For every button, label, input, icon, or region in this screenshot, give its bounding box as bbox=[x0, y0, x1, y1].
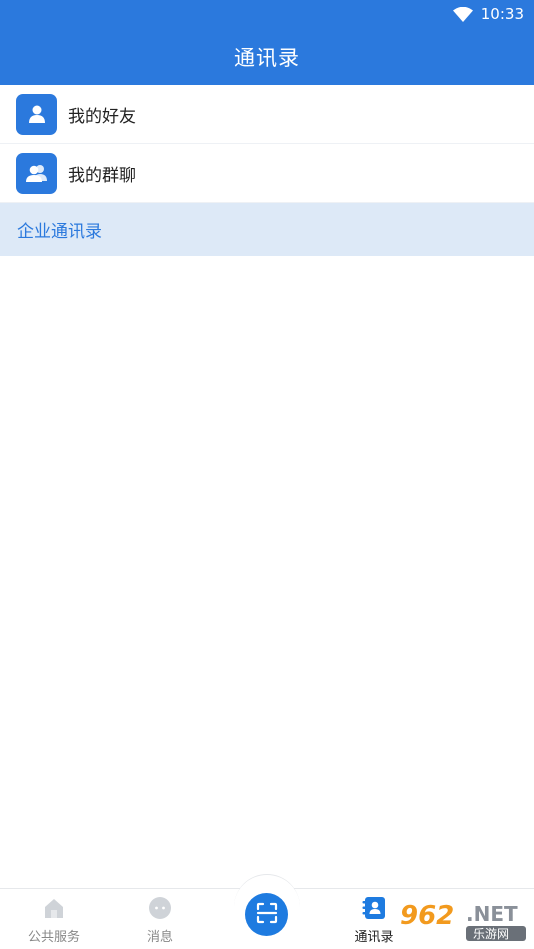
list-item-my-friends[interactable]: 我的好友 bbox=[0, 85, 534, 144]
tab-label: 通讯录 bbox=[354, 930, 394, 945]
scan-icon bbox=[255, 901, 279, 929]
page-title: 通讯录 bbox=[234, 45, 300, 70]
section-label: 企业通讯录 bbox=[17, 222, 102, 242]
list-item-label: 我的群聊 bbox=[68, 165, 136, 186]
tab-label: 公共服务 bbox=[27, 930, 80, 945]
status-bar: 10:33 bbox=[0, 0, 534, 28]
scan-button[interactable] bbox=[245, 893, 288, 936]
svg-text:962: 962 bbox=[400, 901, 454, 931]
svg-text:乐游网: 乐游网 bbox=[473, 927, 509, 941]
tab-messages[interactable]: 消息 bbox=[140, 895, 180, 947]
enterprise-directory-section[interactable]: 企业通讯录 bbox=[0, 203, 534, 256]
group-icon bbox=[16, 152, 57, 194]
status-indicators: 10:33 bbox=[452, 4, 524, 24]
tab-public-services[interactable]: 公共服务 bbox=[27, 895, 81, 947]
status-time: 10:33 bbox=[480, 5, 524, 23]
title-bar: 通讯录 bbox=[0, 28, 534, 85]
tab-contacts[interactable]: 通讯录 bbox=[352, 895, 396, 947]
watermark-logo: 962 .NET 乐游网 bbox=[396, 897, 530, 943]
tab-label: 消息 bbox=[146, 930, 173, 945]
chat-icon bbox=[147, 895, 173, 921]
contacts-icon bbox=[361, 895, 387, 921]
person-icon bbox=[16, 93, 57, 135]
wifi-icon bbox=[452, 6, 473, 22]
list-item-my-groups[interactable]: 我的群聊 bbox=[0, 144, 534, 203]
svg-text:.NET: .NET bbox=[466, 902, 518, 926]
home-icon bbox=[41, 895, 67, 921]
list-item-label: 我的好友 bbox=[68, 106, 136, 127]
